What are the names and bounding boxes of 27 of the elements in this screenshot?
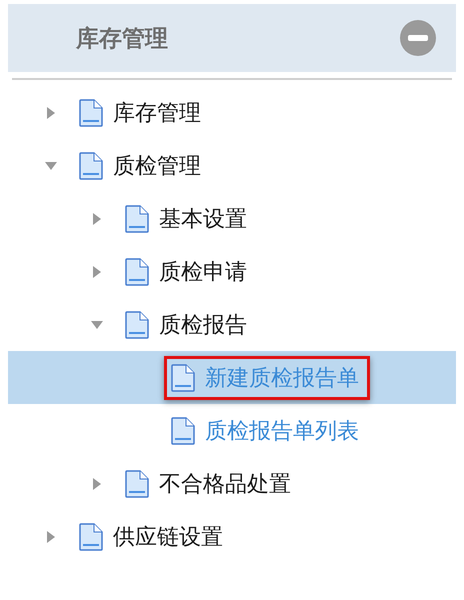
tree-row[interactable]: 质检申请	[8, 245, 456, 298]
document-icon	[79, 98, 103, 126]
tree-item-label[interactable]: 库存管理	[113, 98, 201, 128]
document-icon	[79, 152, 103, 180]
tree-item-label[interactable]: 不合格品处置	[159, 468, 291, 498]
document-icon	[125, 204, 149, 232]
document-icon	[125, 310, 149, 338]
collapse-icon[interactable]	[400, 20, 436, 56]
tree-row[interactable]: 质检管理	[8, 139, 456, 192]
document-icon	[171, 416, 195, 444]
tree-row[interactable]: 库存管理	[8, 86, 456, 139]
tree-item-label[interactable]: 质检管理	[113, 150, 201, 180]
tree-item-label[interactable]: 基本设置	[159, 204, 247, 234]
tree-item-label[interactable]: 供应链设置	[113, 522, 223, 552]
document-icon	[125, 470, 149, 498]
tree-item-label[interactable]: 质检报告单列表	[205, 416, 359, 446]
tree-row[interactable]: 不合格品处置	[8, 457, 456, 510]
document-icon	[125, 258, 149, 286]
tree-row[interactable]: 基本设置	[8, 192, 456, 245]
tree-row[interactable]: 质检报告单列表	[8, 404, 456, 457]
panel-title: 库存管理	[76, 24, 168, 54]
tree-item-label[interactable]: 质检报告	[159, 310, 247, 340]
tree-item-label[interactable]: 质检申请	[159, 256, 247, 286]
tree-row[interactable]: 供应链设置	[8, 510, 456, 563]
tree-row[interactable]: 质检报告	[8, 298, 456, 351]
document-icon	[79, 522, 103, 550]
document-icon	[171, 364, 195, 392]
